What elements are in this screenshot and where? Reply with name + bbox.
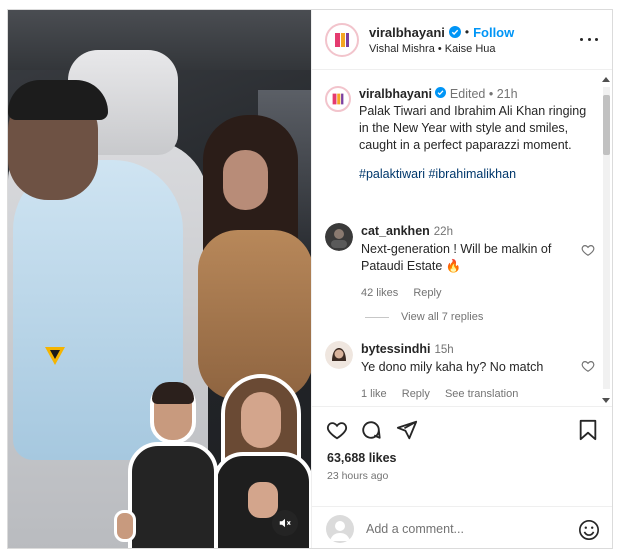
comment-username[interactable]: cat_ankhen xyxy=(361,224,430,238)
comment-username[interactable]: bytessindhi xyxy=(361,342,430,356)
comment-text: Next-generation ! Will be malkin of Pata… xyxy=(361,242,552,273)
view-replies-label: View all 7 replies xyxy=(401,311,484,323)
follow-button[interactable]: Follow xyxy=(473,25,514,40)
more-dot-icon xyxy=(587,37,591,41)
comment-actions: 42 likes Reply xyxy=(361,285,576,302)
replies-divider xyxy=(365,316,389,318)
heart-icon[interactable] xyxy=(326,419,348,441)
heart-icon[interactable] xyxy=(581,243,595,257)
v-logo-icon xyxy=(45,347,65,365)
avatar-logo-icon xyxy=(328,89,348,109)
caption-username[interactable]: viralbhayani xyxy=(359,87,432,101)
comment-body: cat_ankhen 22h Next-generation ! Will be … xyxy=(361,223,576,302)
comment-icon[interactable] xyxy=(360,419,382,441)
header-row: viralbhayani • Follow xyxy=(369,25,514,40)
caption-body: viralbhayani Edited • 21h Palak Tiwari a… xyxy=(359,86,595,183)
caption-edited: Edited xyxy=(449,87,486,101)
verified-badge-icon xyxy=(448,26,461,38)
post-video[interactable] xyxy=(8,10,311,548)
caption-separator: • xyxy=(488,87,494,101)
post-actions: 63,688 likes 23 hours ago xyxy=(312,406,612,506)
more-dot-icon xyxy=(580,37,583,41)
caption: viralbhayani Edited • 21h Palak Tiwari a… xyxy=(325,86,595,183)
caption-text: Palak Tiwari and Ibrahim Ali Khan ringin… xyxy=(359,104,587,152)
more-dot-icon xyxy=(595,37,598,41)
reply-button[interactable]: Reply xyxy=(413,287,441,299)
man-jacket xyxy=(128,442,218,548)
passenger-face xyxy=(223,150,268,210)
emoji-icon[interactable] xyxy=(578,519,600,541)
commenter-avatar[interactable] xyxy=(325,341,353,369)
bookmark-icon[interactable] xyxy=(578,419,598,441)
scroll-thumb[interactable] xyxy=(603,95,610,155)
commenter-avatar[interactable] xyxy=(325,223,353,251)
comments-scrollbar[interactable] xyxy=(601,77,611,403)
action-icons xyxy=(326,419,602,443)
comment-actions: 1 like Reply See translation xyxy=(361,386,576,403)
comment-input[interactable] xyxy=(366,521,566,536)
scroll-up-icon[interactable] xyxy=(602,77,610,82)
author-username[interactable]: viralbhayani xyxy=(369,25,445,40)
view-replies-button[interactable]: View all 7 replies xyxy=(365,311,483,323)
header-separator: • xyxy=(464,25,470,39)
post-dialog: viralbhayani • Follow Vishal Mishra • Ka… xyxy=(7,9,613,549)
likes-count[interactable]: 63,688 likes xyxy=(327,451,397,465)
verified-badge-icon xyxy=(435,87,447,101)
comments-list[interactable]: viralbhayani Edited • 21h Palak Tiwari a… xyxy=(312,71,612,405)
thumbs-up-hand xyxy=(114,510,136,542)
mute-button[interactable] xyxy=(272,510,298,536)
see-translation-button[interactable]: See translation xyxy=(445,388,518,400)
driver-cap xyxy=(8,80,108,120)
author-avatar[interactable] xyxy=(325,22,359,57)
comment-time: 15h xyxy=(434,344,454,356)
current-user-avatar xyxy=(326,514,354,543)
avatar-logo-icon xyxy=(330,27,354,52)
share-icon[interactable] xyxy=(396,419,418,441)
man-hair xyxy=(152,382,194,404)
woman-hand xyxy=(248,482,278,518)
posted-time[interactable]: 23 hours ago xyxy=(327,470,388,482)
heart-icon[interactable] xyxy=(581,359,595,373)
comment-item: bytessindhi 15h Ye dono mily kaha hy? No … xyxy=(325,341,595,403)
audio-track-link[interactable]: Vishal Mishra • Kaise Hua xyxy=(369,43,514,55)
caption-hashtags[interactable]: #palaktiwari #ibrahimalikhan xyxy=(359,166,595,183)
comment-body: bytessindhi 15h Ye dono mily kaha hy? No … xyxy=(361,341,576,403)
speaker-muted-icon xyxy=(279,518,291,528)
reply-button[interactable]: Reply xyxy=(402,388,430,400)
post-header: viralbhayani • Follow Vishal Mishra • Ka… xyxy=(312,10,612,70)
user-silhouette-icon xyxy=(330,520,350,541)
comment-item: cat_ankhen 22h Next-generation ! Will be … xyxy=(325,223,595,302)
caption-time: 21h xyxy=(496,87,518,101)
header-meta: viralbhayani • Follow Vishal Mishra • Ka… xyxy=(369,25,514,55)
scroll-down-icon[interactable] xyxy=(602,398,610,403)
comment-time: 22h xyxy=(433,226,453,238)
add-comment-bar xyxy=(312,506,612,548)
comment-text: Ye dono mily kaha hy? No match xyxy=(361,360,544,374)
caption-avatar[interactable] xyxy=(325,86,351,112)
post-sidebar: viralbhayani • Follow Vishal Mishra • Ka… xyxy=(311,10,612,548)
comment-likes[interactable]: 42 likes xyxy=(361,287,398,299)
more-options-button[interactable] xyxy=(580,32,598,46)
comment-likes[interactable]: 1 like xyxy=(361,388,387,400)
woman-face xyxy=(241,392,281,448)
